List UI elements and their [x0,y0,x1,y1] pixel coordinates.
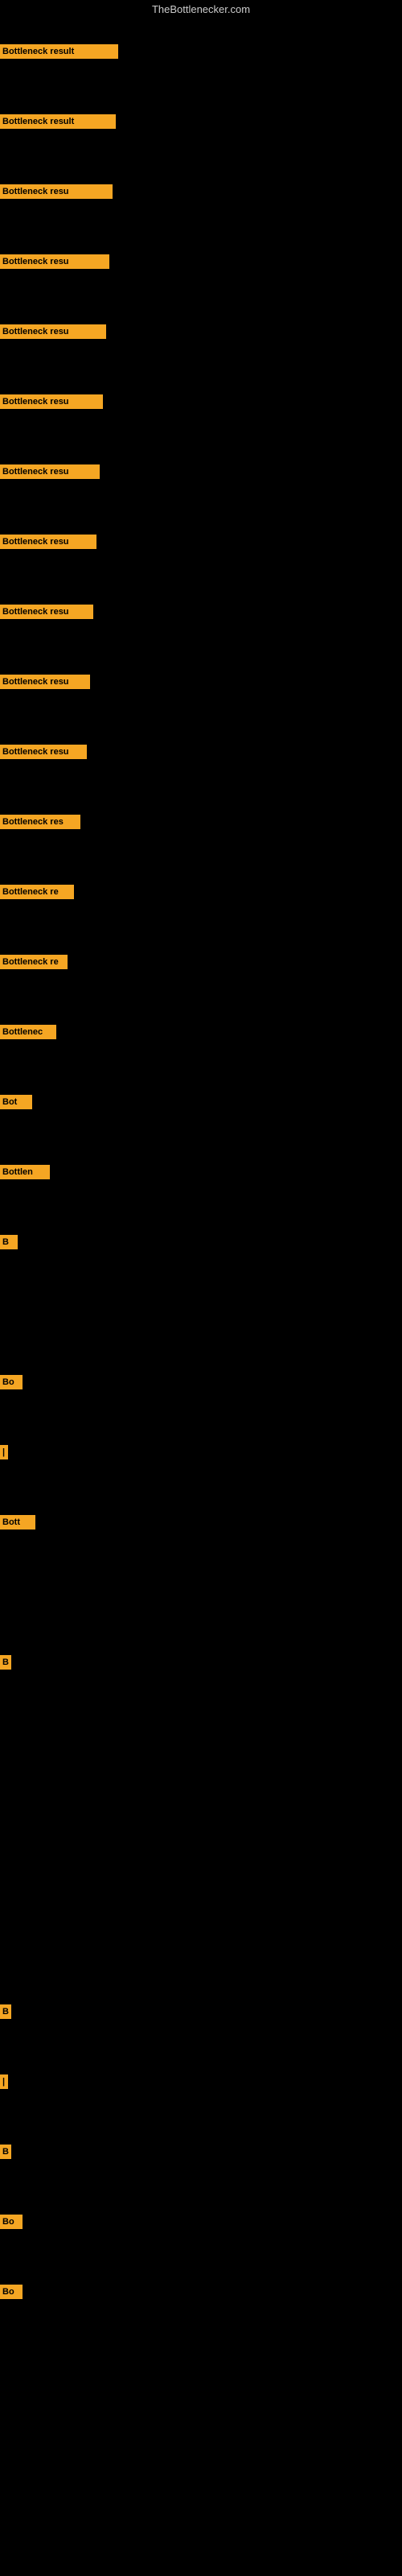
bottleneck-bar: Bottleneck re [0,885,74,899]
bottleneck-bar: Bottleneck result [0,114,116,129]
bottleneck-bar: Bottleneck resu [0,464,100,479]
bottleneck-bar: Bottleneck resu [0,605,93,619]
bottleneck-bar: | [0,1445,8,1459]
bottleneck-bar: Bott [0,1515,35,1530]
bottleneck-bar: Bo [0,1375,23,1389]
bottleneck-bar: Bottleneck res [0,815,80,829]
bottleneck-bar: Bo [0,2285,23,2299]
bottleneck-bar: Bottleneck resu [0,324,106,339]
bottleneck-bar: Bottleneck resu [0,184,113,199]
bottleneck-bar: Bo [0,2215,23,2229]
bottleneck-bar: B [0,2004,11,2019]
bottleneck-bar: B [0,1655,11,1670]
bottleneck-bar: Bottleneck resu [0,394,103,409]
bottleneck-bar: B [0,2145,11,2159]
bottleneck-bar: B [0,1235,18,1249]
bottleneck-bar: Bottlenec [0,1025,56,1039]
bottleneck-bar: Bottleneck resu [0,535,96,549]
bottleneck-bar: Bottleneck resu [0,254,109,269]
bottleneck-bar: Bottlen [0,1165,50,1179]
bottleneck-bar: Bottleneck re [0,955,68,969]
bottleneck-bar: Bot [0,1095,32,1109]
bottleneck-bar: | [0,2074,8,2089]
bottleneck-bar: Bottleneck resu [0,745,87,759]
bottleneck-bar: Bottleneck resu [0,675,90,689]
bottleneck-bar: Bottleneck result [0,44,118,59]
site-title: TheBottlenecker.com [0,0,402,19]
